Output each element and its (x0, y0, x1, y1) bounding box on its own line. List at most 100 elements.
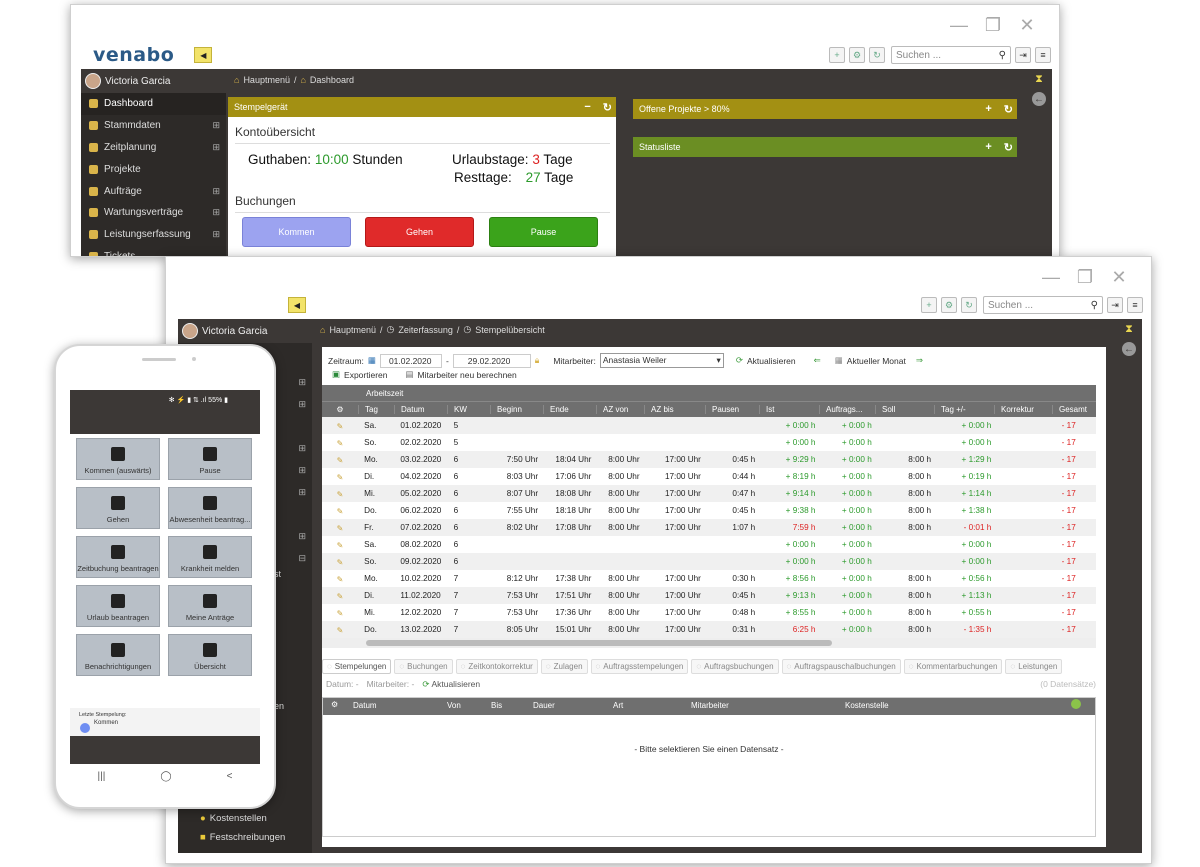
kommen-button[interactable]: Kommen (242, 217, 351, 247)
gear-icon[interactable]: ⚙ (331, 700, 338, 709)
add-icon[interactable]: + (921, 297, 937, 313)
pause-button[interactable]: Pause (489, 217, 598, 247)
search-box[interactable]: Suchen ... ⚲ (891, 46, 1011, 64)
tab-3[interactable]: ◌ Zulagen (540, 659, 588, 674)
table-row[interactable]: ✎ Di. 04.02.2020 6 8:03 Uhr 17:06 Uhr 8:00 Uhr… (322, 468, 1096, 485)
table-row[interactable]: ✎ Do. 06.02.2020 6 7:55 Uhr 18:18 Uhr 8:00 Uhr… (322, 502, 1096, 519)
table-row[interactable]: ✎ So. 02.02.2020 5 + 0:00 h + 0:00 h + 0:00 h -… (322, 434, 1096, 451)
search-input[interactable]: Suchen ... (988, 300, 1033, 311)
tab-8[interactable]: ◌ Leistungen (1005, 659, 1063, 674)
expand-icon[interactable]: ⊞ (212, 186, 220, 197)
edit-icon[interactable]: ✎ (322, 485, 359, 502)
phone-tile-2[interactable]: Gehen (76, 487, 160, 529)
edit-icon[interactable]: ✎ (322, 519, 359, 536)
minimize-icon[interactable]: — (1041, 267, 1061, 288)
detail-aktualisieren-button[interactable]: Aktualisieren (431, 679, 480, 690)
column-4[interactable]: Ende (543, 405, 596, 414)
detail-column-0[interactable]: Datum (353, 701, 377, 710)
recent-apps-icon[interactable]: ||| (98, 771, 106, 782)
back-arrow-icon[interactable]: ← (1032, 92, 1046, 106)
date-from-input[interactable]: 01.02.2020 (379, 353, 442, 368)
sidebar-item-kostenstellen[interactable]: ● Kostenstellen (200, 813, 267, 824)
detail-column-6[interactable]: Kostenstelle (845, 701, 889, 710)
logout-icon[interactable]: ⇥ (1107, 297, 1123, 313)
column-7[interactable]: Pausen (705, 405, 759, 414)
aktualisieren-button[interactable]: Aktualisieren (747, 356, 796, 366)
column-0[interactable]: Tag (358, 405, 394, 414)
user-info[interactable]: Victoria Garcia (81, 69, 226, 93)
table-row[interactable]: ✎ Fr. 07.02.2020 6 8:02 Uhr 17:08 Uhr 8:00 Uhr… (322, 519, 1096, 536)
breadcrumb-item[interactable]: Zeiterfassung (398, 325, 453, 335)
tab-6[interactable]: ◌ Auftragspauschalbuchungen (781, 659, 901, 674)
column-2[interactable]: KW (447, 405, 490, 414)
column-5[interactable]: AZ von (596, 405, 644, 414)
aktueller-monat-button[interactable]: Aktueller Monat (847, 356, 906, 366)
gear-icon[interactable]: ⚙ (322, 405, 358, 414)
edit-icon[interactable]: ✎ (322, 536, 358, 553)
edit-icon[interactable]: ✎ (322, 434, 358, 451)
column-10[interactable]: Soll (875, 405, 934, 414)
breadcrumb-item[interactable]: Dashboard (310, 75, 354, 85)
sidebar-item-3[interactable]: Projekte (81, 158, 226, 180)
sidebar-item-5[interactable]: Wartungsverträge ⊞ (81, 202, 226, 224)
lock-icon[interactable]: 🔒︎ (535, 355, 540, 366)
sidebar-item-festschreibungen[interactable]: ■ Festschreibungen (200, 832, 285, 843)
detail-column-4[interactable]: Art (613, 701, 623, 710)
search-icon[interactable]: ⚲ (999, 50, 1006, 61)
exportieren-button[interactable]: Exportieren (344, 370, 387, 380)
horizontal-scrollbar[interactable] (322, 638, 1096, 648)
collapse-menu-button[interactable]: ◀ (288, 297, 306, 313)
table-row[interactable]: ✎ Sa. 01.02.2020 5 + 0:00 h + 0:00 h + 0:00 h-… (322, 417, 1096, 434)
edit-icon[interactable]: ✎ (322, 621, 359, 638)
edit-icon[interactable]: ✎ (322, 553, 359, 570)
edit-icon[interactable]: ✎ (322, 604, 358, 621)
expand-icon[interactable]: ⊞ (212, 120, 220, 131)
detail-column-5[interactable]: Mitarbeiter (691, 701, 729, 710)
sidebar-item-6[interactable]: Leistungserfassung ⊞ (81, 224, 226, 246)
edit-icon[interactable]: ✎ (322, 451, 359, 468)
back-arrow-icon[interactable]: ← (1122, 342, 1136, 356)
column-13[interactable]: Gesamt (1052, 405, 1092, 414)
status-icon[interactable] (1071, 699, 1081, 709)
column-8[interactable]: Ist (759, 405, 819, 414)
menu-icon[interactable]: ≡ (1127, 297, 1143, 313)
maximize-icon[interactable]: ❐ (1075, 267, 1095, 288)
refresh-icon[interactable]: ↻ (1004, 103, 1013, 116)
table-row[interactable]: ✎ Mo. 03.02.2020 6 7:50 Uhr 18:04 Uhr 8:00 Uhr… (322, 451, 1096, 468)
user-info[interactable]: Victoria Garcia (178, 319, 312, 343)
back-icon[interactable]: < (227, 771, 233, 782)
minimize-icon[interactable]: — (949, 15, 969, 36)
detail-column-3[interactable]: Dauer (533, 701, 555, 710)
refresh-icon[interactable]: ↻ (603, 101, 612, 114)
table-row[interactable]: ✎ So. 09.02.2020 6 + 0:00 h + 0:00 h + 0:00 h-… (322, 553, 1096, 570)
menu-icon[interactable]: ≡ (1035, 47, 1051, 63)
close-icon[interactable]: ✕ (1017, 15, 1037, 36)
date-to-input[interactable]: 29.02.2020 (452, 353, 531, 368)
phone-tile-3[interactable]: Abwesenheit beantrag... (168, 487, 252, 529)
table-row[interactable]: ✎ Sa. 08.02.2020 6 + 0:00 h + 0:00 h + 0:00 h -… (322, 536, 1096, 553)
add-icon[interactable]: + (985, 103, 991, 116)
phone-tile-8[interactable]: Benachrichtigungen (76, 634, 160, 676)
gehen-button[interactable]: Gehen (365, 217, 474, 247)
sidebar-item-1[interactable]: Stammdaten ⊞ (81, 115, 226, 137)
edit-icon[interactable]: ✎ (322, 587, 359, 604)
expand-icon[interactable]: ⊞ (212, 207, 220, 218)
add-icon[interactable]: + (829, 47, 845, 63)
sidebar-item-0[interactable]: Dashboard (81, 93, 226, 115)
breadcrumb-item[interactable]: Hauptmenü (329, 325, 376, 335)
expand-icon[interactable]: ⊞ (212, 229, 220, 240)
edit-icon[interactable]: ✎ (322, 417, 359, 434)
edit-icon[interactable]: ✎ (322, 570, 358, 587)
logout-icon[interactable]: ⇥ (1015, 47, 1031, 63)
hourglass-icon[interactable]: ⧗ (1116, 323, 1142, 336)
column-1[interactable]: Datum (394, 405, 447, 414)
table-row[interactable]: ✎ Mi. 12.02.2020 7 7:53 Uhr 17:36 Uhr 8:00 Uhr… (322, 604, 1096, 621)
add-icon[interactable]: + (985, 141, 991, 154)
phone-tile-5[interactable]: Krankheit melden (168, 536, 252, 578)
collapse-menu-button[interactable]: ◀ (194, 47, 213, 63)
table-row[interactable]: ✎ Di. 11.02.2020 7 7:53 Uhr 17:51 Uhr 8:00 Uhr… (322, 587, 1096, 604)
arrow-right-icon[interactable]: ⇒ (916, 355, 923, 366)
phone-tile-4[interactable]: Zeitbuchung beantragen (76, 536, 160, 578)
refresh-icon[interactable]: ↻ (1004, 141, 1013, 154)
table-row[interactable]: ✎ Mo. 10.02.2020 7 8:12 Uhr 17:38 Uhr 8:00 Uhr… (322, 570, 1096, 587)
